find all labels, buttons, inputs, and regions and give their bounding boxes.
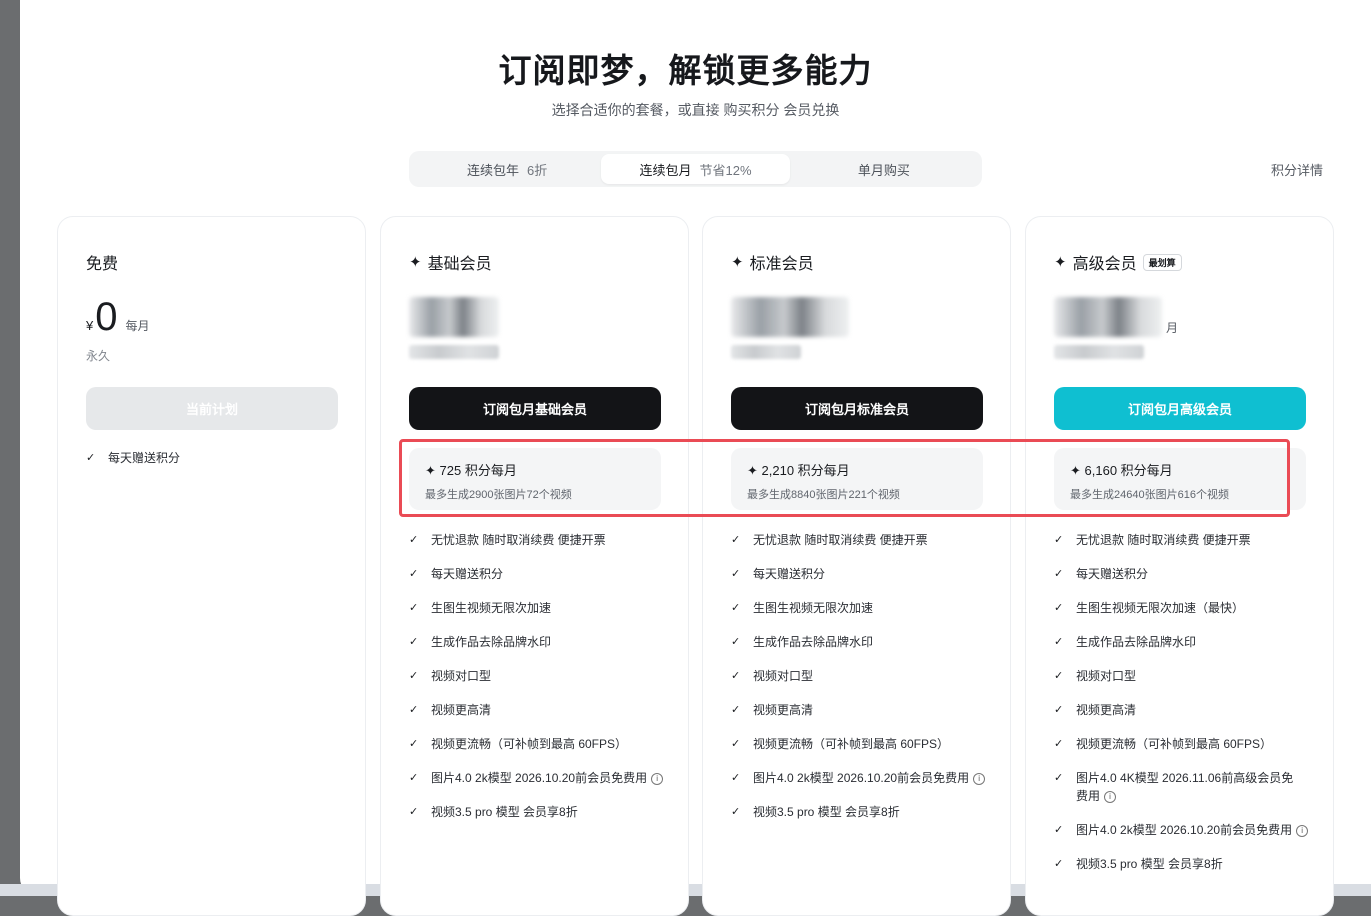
tab-monthly[interactable]: 连续包月 节省12%: [601, 154, 790, 184]
feature-item: ✓ 视频更高清: [1054, 703, 1137, 717]
tab-yearly[interactable]: 连续包年 6折: [413, 154, 601, 184]
check-icon: ✓: [1054, 568, 1064, 580]
check-icon: ✓: [731, 670, 741, 682]
feature-item: ✓ 生图生视频无限次加速: [731, 601, 874, 615]
plan-card-standard: ✦ 标准会员 订阅包月标准会员 ✦ 2,210 积分每月 最多生成8840张图片2…: [702, 216, 1011, 916]
feature-item: ✓ 每天赠送积分: [409, 567, 504, 581]
check-icon: ✓: [1054, 704, 1064, 716]
feature-item: ✓ 视频更流畅（可补帧到最高 60FPS）: [409, 737, 628, 751]
info-icon[interactable]: i: [973, 772, 986, 785]
plan-card-free: 免费 ¥ 0 每月 永久 当前计划 ✓ 每天赠送积分: [57, 216, 366, 916]
blurred-price: [731, 297, 849, 337]
check-icon: ✓: [409, 568, 419, 580]
check-icon: ✓: [1054, 824, 1064, 836]
feature-list: ✓ 无忧退款 随时取消续费 便捷开票 ✓ 每天赠送积分 ✓ 生图生视频无限次加速 ✓ 生…: [731, 531, 1001, 837]
feature-item: ✓ 图片4.0 2k模型 2026.10.20前会员免费用 i: [1054, 821, 1324, 839]
feature-list: ✓ 每天赠送积分: [86, 449, 356, 483]
feature-item: ✓ 图片4.0 4K模型 2026.11.06前高级会员免费用 i: [1054, 771, 1294, 803]
feature-list: ✓ 无忧退款 随时取消续费 便捷开票 ✓ 每天赠送积分 ✓ 生图生视频无限次加速（最快…: [1054, 531, 1324, 889]
check-icon: ✓: [409, 670, 419, 682]
blurred-price-note: [731, 345, 801, 359]
tab-single-month[interactable]: 单月购买: [790, 154, 978, 184]
check-icon: ✓: [1054, 602, 1064, 614]
feature-item: ✓ 视频对口型: [1054, 669, 1137, 683]
subscribe-premium-button[interactable]: 订阅包月高级会员: [1054, 387, 1306, 430]
feature-item: ✓ 图片4.0 2k模型 2026.10.20前会员免费用 i: [731, 769, 1001, 787]
feature-item: ✓ 视频对口型: [731, 669, 814, 683]
check-icon: ✓: [1054, 858, 1064, 870]
billing-tabs: 连续包年 6折 连续包月 节省12% 单月购买: [409, 151, 982, 187]
feature-item: ✓ 生成作品去除品牌水印: [1054, 635, 1197, 649]
blurred-price-note: [409, 345, 499, 359]
check-icon: ✓: [1054, 636, 1064, 648]
feature-item: ✓ 无忧退款 随时取消续费 便捷开票: [409, 533, 606, 547]
plan-name: ✦ 标准会员: [731, 254, 814, 273]
plan-card-basic: ✦ 基础会员 订阅包月基础会员 ✦ 725 积分每月 最多生成2900张图片72个…: [380, 216, 689, 916]
check-icon: ✓: [1054, 670, 1064, 682]
check-icon: ✓: [731, 772, 741, 784]
check-icon: ✓: [409, 534, 419, 546]
info-icon[interactable]: i: [1296, 824, 1309, 837]
feature-item: ✓ 每天赠送积分: [1054, 567, 1149, 581]
feature-item: ✓ 生成作品去除品牌水印: [731, 635, 874, 649]
feature-item: ✓ 视频更高清: [409, 703, 492, 717]
feature-item: ✓ 图片4.0 2k模型 2026.10.20前会员免费用 i: [409, 769, 679, 787]
feature-item: ✓ 视频对口型: [409, 669, 492, 683]
check-icon: ✓: [731, 738, 741, 750]
feature-item: ✓ 视频3.5 pro 模型 会员享8折: [731, 805, 900, 819]
feature-item: ✓ 无忧退款 随时取消续费 便捷开票: [731, 533, 928, 547]
info-icon[interactable]: i: [651, 772, 664, 785]
check-icon: ✓: [731, 534, 741, 546]
feature-item: ✓ 视频3.5 pro 模型 会员享8折: [1054, 857, 1223, 871]
feature-list: ✓ 无忧退款 随时取消续费 便捷开票 ✓ 每天赠送积分 ✓ 生图生视频无限次加速 ✓ 生…: [409, 531, 679, 837]
check-icon: ✓: [731, 636, 741, 648]
subscribe-standard-button[interactable]: 订阅包月标准会员: [731, 387, 983, 430]
best-value-badge: 最划算: [1142, 253, 1182, 271]
sparkles-icon: ✦: [1054, 254, 1067, 271]
feature-item: ✓ 生图生视频无限次加速（最快）: [1054, 601, 1245, 615]
check-icon: ✓: [409, 704, 419, 716]
check-icon: ✓: [409, 602, 419, 614]
feature-item: ✓ 生图生视频无限次加速: [409, 601, 552, 615]
plan-name: ✦ 高级会员 最划算: [1054, 250, 1182, 274]
check-icon: ✓: [409, 806, 419, 818]
plan-period: 月: [1166, 321, 1179, 335]
plan-price: ¥ 0 每月: [86, 295, 150, 339]
check-icon: ✓: [409, 636, 419, 648]
plan-name: ✦ 基础会员: [409, 254, 492, 273]
check-icon: ✓: [731, 568, 741, 580]
check-icon: ✓: [1054, 772, 1064, 784]
feature-item: ✓ 视频更流畅（可补帧到最高 60FPS）: [731, 737, 950, 751]
info-icon[interactable]: i: [1104, 790, 1117, 803]
check-icon: ✓: [731, 602, 741, 614]
check-icon: ✓: [1054, 738, 1064, 750]
check-icon: ✓: [409, 772, 419, 784]
page-title: 订阅即梦，解锁更多能力: [498, 52, 873, 89]
feature-item: ✓ 无忧退款 随时取消续费 便捷开票: [1054, 533, 1251, 547]
check-icon: ✓: [86, 452, 96, 464]
check-icon: ✓: [731, 806, 741, 818]
credits-highlight-box: [399, 439, 1290, 517]
feature-item: ✓ 每天赠送积分: [731, 567, 826, 581]
sparkles-icon: ✦: [731, 254, 744, 271]
plan-card-premium: ✦ 高级会员 最划算 月 订阅包月高级会员 ✦ 6,160 积分每月 最多生成246…: [1025, 216, 1334, 916]
feature-item: ✓ 视频更高清: [731, 703, 814, 717]
subscribe-basic-button[interactable]: 订阅包月基础会员: [409, 387, 661, 430]
credits-detail-link[interactable]: 积分详情: [1271, 160, 1323, 179]
plan-price-note: 永久: [86, 349, 111, 363]
blurred-price: [409, 297, 499, 337]
sparkle-icon: ✦: [409, 254, 422, 271]
page-subtitle: 选择合适你的套餐，或直接 购买积分 会员兑换: [551, 102, 840, 118]
blurred-price-note: [1054, 345, 1144, 359]
check-icon: ✓: [409, 738, 419, 750]
check-icon: ✓: [1054, 534, 1064, 546]
check-icon: ✓: [731, 704, 741, 716]
blurred-price: [1054, 297, 1162, 337]
feature-item: ✓ 生成作品去除品牌水印: [409, 635, 552, 649]
feature-item: ✓ 每天赠送积分: [86, 451, 181, 465]
feature-item: ✓ 视频3.5 pro 模型 会员享8折: [409, 805, 578, 819]
feature-item: ✓ 视频更流畅（可补帧到最高 60FPS）: [1054, 737, 1273, 751]
plan-name: 免费: [86, 256, 119, 273]
current-plan-button[interactable]: 当前计划: [86, 387, 338, 430]
